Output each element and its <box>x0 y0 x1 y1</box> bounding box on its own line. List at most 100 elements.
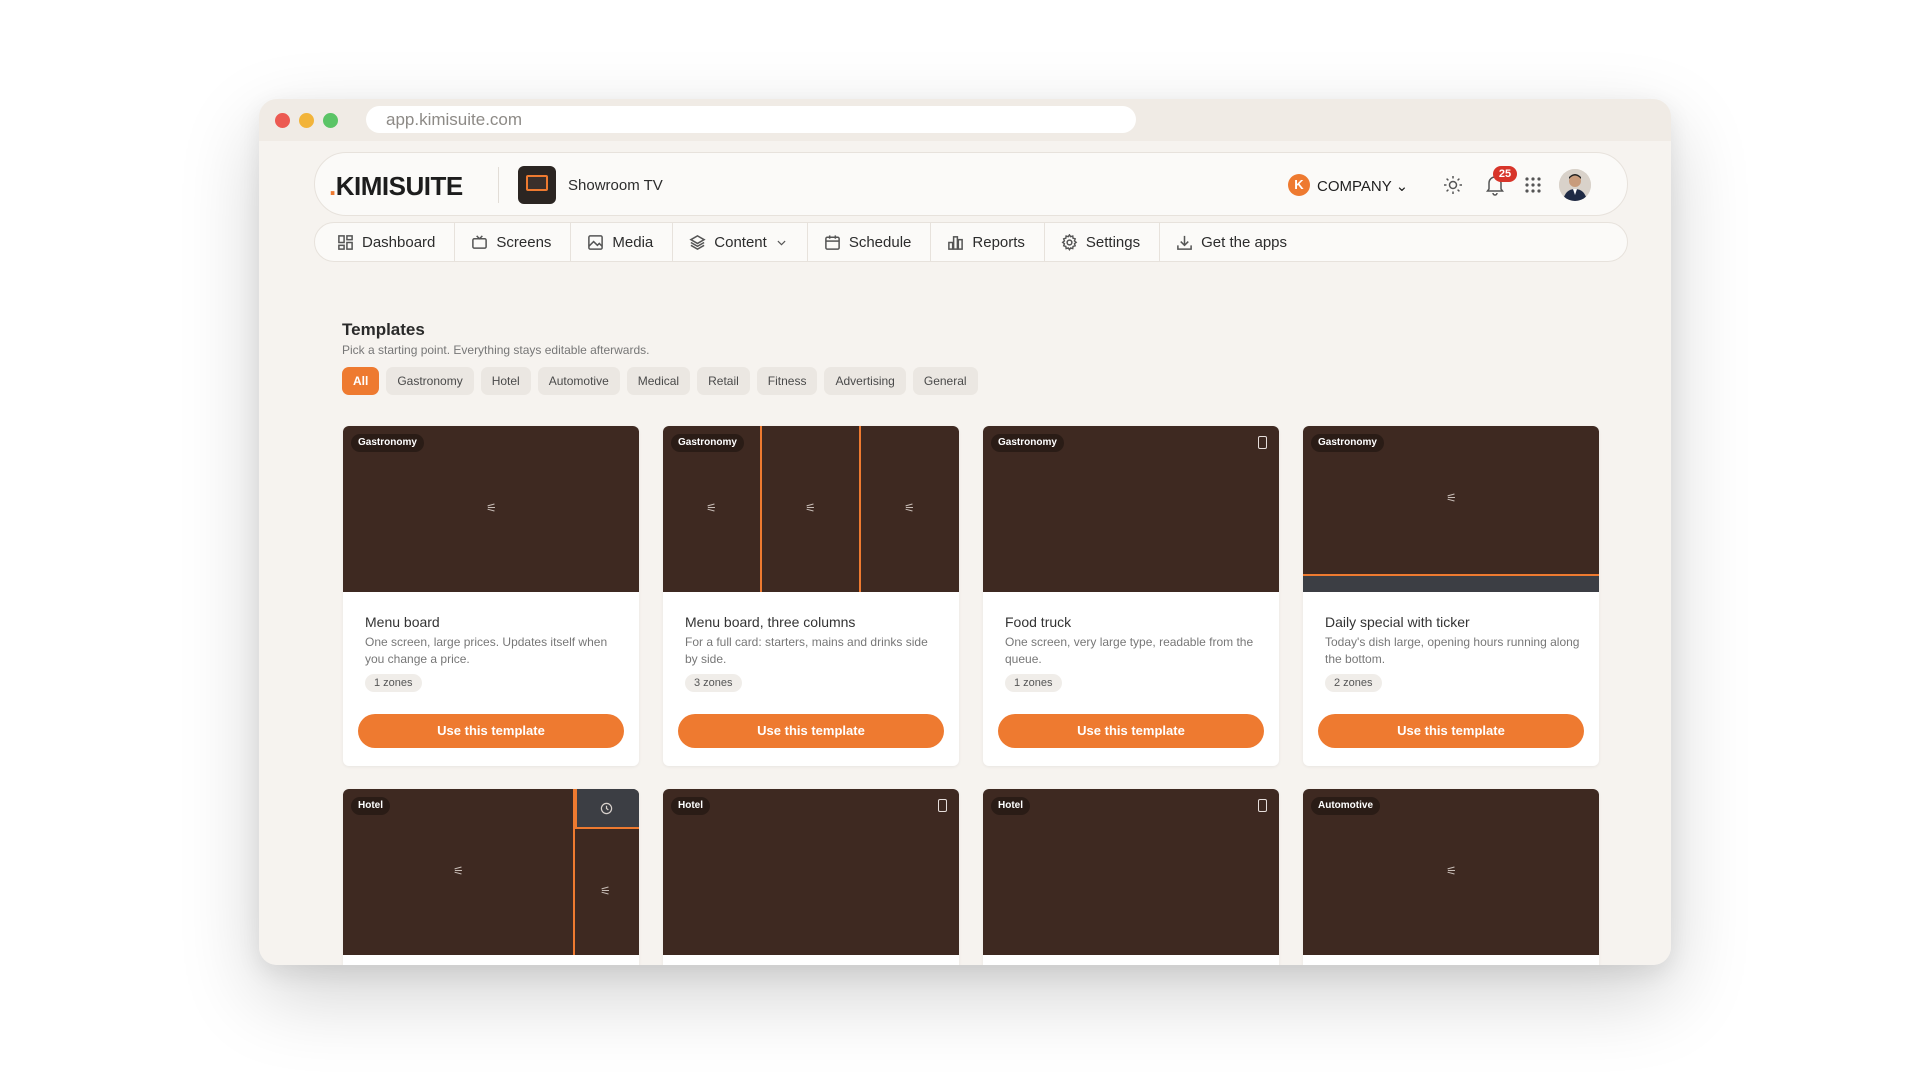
notification-badge: 25 <box>1493 166 1517 182</box>
zones-count: 1 zones <box>365 674 422 692</box>
divider <box>498 167 499 203</box>
nav-get-apps[interactable]: Get the apps <box>1160 223 1306 261</box>
template-card[interactable]: Gastronomy ⚟ ⚟ ⚟ Menu board, three colum… <box>663 426 959 766</box>
template-preview[interactable]: Hotel <box>983 789 1279 955</box>
template-card[interactable]: Hotel <box>983 789 1279 965</box>
template-card[interactable]: Gastronomy ⚟ Daily special with ticker T… <box>1303 426 1599 766</box>
media-zone-icon: ⚟ <box>706 501 717 515</box>
filter-retail[interactable]: Retail <box>697 367 750 395</box>
portrait-orientation-icon <box>1258 799 1267 812</box>
media-zone-icon: ⚟ <box>904 501 915 515</box>
filter-gastronomy[interactable]: Gastronomy <box>386 367 474 395</box>
nav-dashboard[interactable]: Dashboard <box>321 223 456 261</box>
category-tag: Gastronomy <box>351 434 424 452</box>
portrait-orientation-icon <box>1258 436 1267 449</box>
category-tag: Hotel <box>671 797 710 815</box>
category-tag: Gastronomy <box>1311 434 1384 452</box>
media-zone-icon: ⚟ <box>453 864 464 878</box>
filter-fitness[interactable]: Fitness <box>756 367 818 395</box>
filter-advertising[interactable]: Advertising <box>824 367 906 395</box>
zones-count: 3 zones <box>685 674 742 692</box>
user-avatar[interactable] <box>1559 169 1591 201</box>
chevron-down-icon: ⌄ <box>1395 178 1409 195</box>
template-card[interactable]: Hotel <box>663 789 959 965</box>
screen-thumbnail[interactable] <box>518 166 556 204</box>
use-template-button[interactable]: Use this template <box>358 714 624 748</box>
category-filters: All Gastronomy Hotel Automotive Medical … <box>342 367 978 395</box>
template-title: Menu board, three columns <box>685 614 856 630</box>
filter-hotel[interactable]: Hotel <box>480 367 531 395</box>
template-description: For a full card: starters, mains and dri… <box>685 635 928 666</box>
close-window-button[interactable] <box>275 113 290 128</box>
filter-medical[interactable]: Medical <box>626 367 691 395</box>
media-zone-icon: ⚟ <box>600 884 611 898</box>
current-screen-name[interactable]: Showroom TV <box>568 177 663 194</box>
apps-grid-icon[interactable] <box>1523 175 1543 195</box>
gear-icon <box>1061 233 1078 251</box>
page-title: Templates <box>342 320 425 339</box>
template-title: Menu board <box>365 614 440 630</box>
template-card[interactable]: Automotive ⚟ <box>1303 789 1599 965</box>
category-tag: Hotel <box>991 797 1030 815</box>
app-content: .KIMISUITE Showroom TV K COMPANY ⌄ 25 Da… <box>259 141 1671 965</box>
template-preview[interactable]: Gastronomy <box>983 426 1279 592</box>
sun-icon[interactable] <box>1443 175 1463 195</box>
top-bar: .KIMISUITE Showroom TV K COMPANY ⌄ 25 <box>314 152 1628 216</box>
filter-automotive[interactable]: Automotive <box>537 367 620 395</box>
filter-all[interactable]: All <box>342 367 380 395</box>
nav-reports[interactable]: Reports <box>931 223 1045 261</box>
dashboard-icon <box>338 234 353 250</box>
template-preview[interactable]: Hotel <box>663 789 959 955</box>
filter-general[interactable]: General <box>912 367 978 395</box>
nav-content[interactable]: Content <box>673 223 808 261</box>
template-preview[interactable]: Gastronomy ⚟ ⚟ ⚟ <box>663 426 959 592</box>
template-preview[interactable]: Hotel ⚟ ⚟ <box>343 789 639 955</box>
nav-screens[interactable]: Screens <box>455 223 572 261</box>
zone-divider <box>859 426 861 592</box>
clock-icon <box>600 802 613 815</box>
template-preview[interactable]: Automotive ⚟ <box>1303 789 1599 955</box>
template-card[interactable]: Gastronomy Food truck One screen, very l… <box>983 426 1279 766</box>
template-description: One screen, large prices. Updates itself… <box>365 635 608 666</box>
company-avatar[interactable]: K <box>1288 174 1310 196</box>
nav-schedule[interactable]: Schedule <box>808 223 932 261</box>
template-card[interactable]: Gastronomy ⚟ Menu board One screen, larg… <box>343 426 639 766</box>
bar-chart-icon <box>948 235 964 250</box>
minimize-window-button[interactable] <box>299 113 314 128</box>
zone-divider <box>760 426 762 592</box>
media-zone-icon: ⚟ <box>1446 491 1457 505</box>
portrait-orientation-icon <box>938 799 947 812</box>
download-icon <box>1177 235 1192 250</box>
tv-icon <box>472 234 488 249</box>
template-preview[interactable]: Gastronomy ⚟ <box>343 426 639 592</box>
zones-count: 1 zones <box>1005 674 1062 692</box>
use-template-button[interactable]: Use this template <box>998 714 1264 748</box>
app-logo[interactable]: .KIMISUITE <box>329 171 463 202</box>
template-card[interactable]: Hotel ⚟ ⚟ <box>343 789 639 965</box>
main-navigation: Dashboard Screens Media Content Schedule <box>314 222 1628 262</box>
media-zone-icon: ⚟ <box>1446 864 1457 878</box>
browser-titlebar: app.kimisuite.com <box>259 99 1671 141</box>
browser-window: app.kimisuite.com .KIMISUITE Showroom TV… <box>259 99 1671 965</box>
layers-icon <box>689 234 706 250</box>
maximize-window-button[interactable] <box>323 113 338 128</box>
zones-count: 2 zones <box>1325 674 1382 692</box>
template-description: Today's dish large, opening hours runnin… <box>1325 635 1580 666</box>
category-tag: Hotel <box>351 797 390 815</box>
category-tag: Gastronomy <box>671 434 744 452</box>
image-icon <box>588 234 604 250</box>
use-template-button[interactable]: Use this template <box>678 714 944 748</box>
address-bar[interactable]: app.kimisuite.com <box>366 106 1136 133</box>
category-tag: Automotive <box>1311 797 1380 815</box>
ticker-zone <box>1303 574 1599 592</box>
category-tag: Gastronomy <box>991 434 1064 452</box>
media-zone-icon: ⚟ <box>486 501 497 515</box>
template-description: One screen, very large type, readable fr… <box>1005 635 1254 666</box>
nav-media[interactable]: Media <box>571 223 674 261</box>
company-selector[interactable]: COMPANY ⌄ <box>1317 177 1408 195</box>
media-zone-icon: ⚟ <box>805 501 816 515</box>
template-preview[interactable]: Gastronomy ⚟ <box>1303 426 1599 592</box>
chevron-down-icon <box>777 240 786 245</box>
nav-settings[interactable]: Settings <box>1045 223 1161 261</box>
use-template-button[interactable]: Use this template <box>1318 714 1584 748</box>
